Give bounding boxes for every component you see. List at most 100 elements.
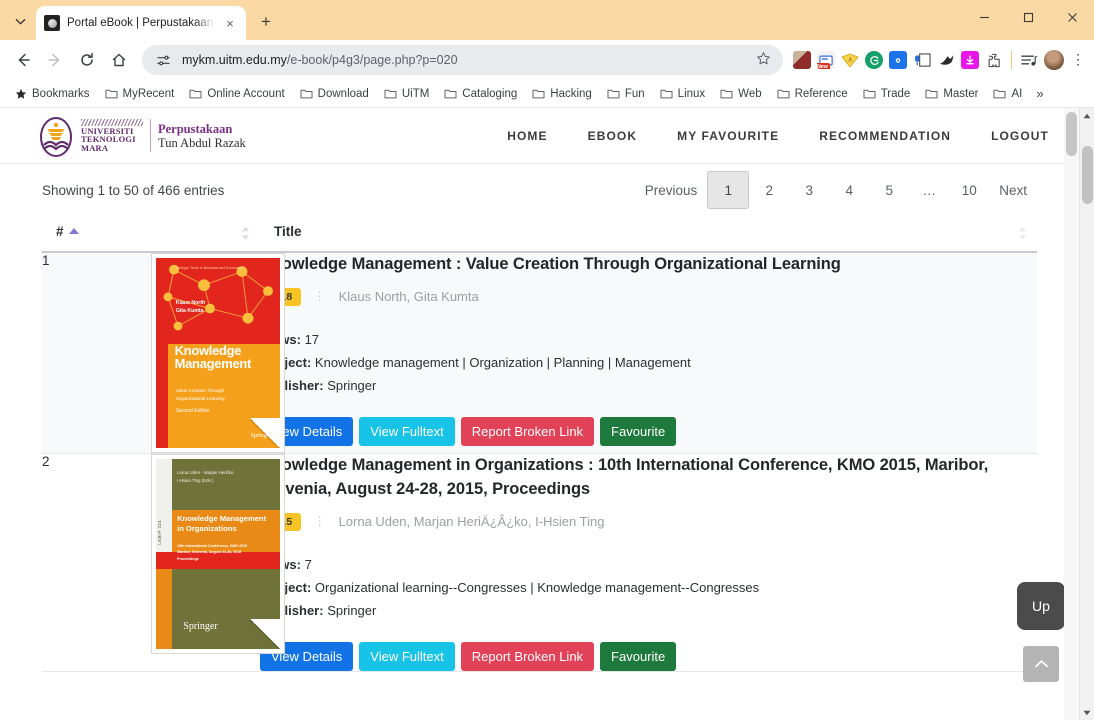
maximize-button[interactable]	[1006, 0, 1050, 34]
close-icon[interactable]: ×	[222, 16, 238, 31]
report-broken-link-button[interactable]: Report Broken Link	[460, 417, 595, 447]
playlist-icon[interactable]	[1020, 51, 1038, 69]
page-content: Showing 1 to 50 of 466 entries Previous …	[0, 164, 1079, 672]
download-arrow-icon[interactable]	[961, 51, 979, 69]
favourite-button[interactable]: Favourite	[600, 417, 677, 447]
avatar[interactable]	[1044, 50, 1064, 70]
bookmark-item-ai[interactable]: AI	[986, 85, 1029, 103]
bookmark-item-trade[interactable]: Trade	[856, 85, 918, 103]
folder-icon	[300, 89, 313, 99]
browser-tab[interactable]: Portal eBook | Perpustakaan Tu ×	[36, 6, 246, 40]
view-fulltext-button[interactable]: View Fulltext	[359, 417, 455, 447]
book-cover-thumbnail[interactable]: Springer Texts in Business and Economics…	[151, 253, 285, 453]
extension-red-icon[interactable]	[793, 51, 811, 69]
pagination-page-3[interactable]: 3	[789, 173, 829, 207]
pagination-previous[interactable]: Previous	[635, 173, 708, 207]
book-title[interactable]: Knowledge Management in Organizations : …	[260, 454, 1037, 502]
pagination-page-2[interactable]: 2	[749, 173, 789, 207]
nav-item-my-favourite[interactable]: MY FAVOURITE	[677, 129, 779, 143]
book-title[interactable]: Knowledge Management : Value Creation Th…	[260, 253, 1037, 277]
bookmark-item-myrecent[interactable]: MyRecent	[98, 85, 182, 103]
webcam-icon[interactable]	[889, 51, 907, 69]
report-broken-link-button[interactable]: Report Broken Link	[460, 642, 595, 672]
address-bar[interactable]: mykm.uitm.edu.my/e-book/p4g3/page.php?p=…	[142, 45, 783, 75]
bookmark-item-linux[interactable]: Linux	[653, 85, 713, 103]
cover-edition: Second Edition	[175, 408, 210, 415]
new-tab-button[interactable]: +	[252, 8, 280, 36]
bookmark-item-cataloging[interactable]: Cataloging	[437, 85, 524, 103]
pagination-page-1[interactable]: 1	[707, 171, 750, 209]
toolbar-divider	[1011, 51, 1012, 69]
voice-recorder-icon[interactable]	[913, 51, 931, 69]
bookmark-item-web[interactable]: Web	[713, 85, 768, 103]
page-scrollbar[interactable]	[1064, 108, 1079, 720]
bookmark-item-uitm[interactable]: UiTM	[377, 85, 436, 103]
puzzle-extensions-icon[interactable]	[985, 51, 1003, 69]
site-logo[interactable]: Universiti Teknologi Mara Perpustakaan T…	[38, 116, 246, 157]
column-label-title: Title	[274, 224, 302, 239]
pagination-next[interactable]: Next	[989, 173, 1037, 207]
favourite-button[interactable]: Favourite	[600, 642, 677, 672]
extension-a-icon[interactable]: A	[841, 51, 859, 69]
bookmark-item-reference[interactable]: Reference	[770, 85, 855, 103]
bookmark-label: Linux	[677, 87, 706, 100]
browser-window: Portal eBook | Perpustakaan Tu × + mykm.…	[0, 0, 1094, 720]
home-icon[interactable]	[104, 45, 134, 75]
publisher-value: Springer	[327, 603, 377, 619]
nav-item-ebook[interactable]: EBOOK	[588, 129, 638, 143]
bookmark-label: Bookmarks	[32, 87, 90, 100]
view-fulltext-button[interactable]: View Fulltext	[359, 642, 455, 672]
nav-item-logout[interactable]: LOGOUT	[991, 129, 1049, 143]
table-row: 2 LNBIP 224 Lorna Uden · Marjan Heričko …	[42, 454, 1037, 672]
scroll-up-arrow-icon[interactable]	[1080, 108, 1094, 123]
bookmark-star-icon[interactable]	[756, 51, 771, 69]
jawi-script	[81, 118, 143, 126]
bookmark-item-download[interactable]: Download	[293, 85, 376, 103]
cover-title: Knowledge Management in Organizations	[177, 514, 267, 533]
nav-item-home[interactable]: HOME	[507, 129, 547, 143]
minimize-button[interactable]	[962, 0, 1006, 34]
up-button[interactable]: Up	[1017, 582, 1065, 630]
row-index: 1	[42, 253, 50, 268]
extension-new-icon[interactable]: New	[817, 51, 835, 69]
bookmark-item-online-account[interactable]: Online Account	[182, 85, 291, 103]
bookmark-label: Online Account	[207, 87, 285, 100]
bookmarks-overflow-button[interactable]: »	[1030, 83, 1049, 104]
folder-icon	[993, 89, 1006, 99]
book-cover-thumbnail[interactable]: LNBIP 224 Lorna Uden · Marjan Heričko I-H…	[151, 454, 285, 654]
bookmark-item-hacking[interactable]: Hacking	[525, 85, 599, 103]
nav-item-recommendation[interactable]: RECOMMENDATION	[819, 129, 951, 143]
page-scrollbar-thumb[interactable]	[1066, 112, 1077, 156]
close-window-button[interactable]	[1050, 0, 1094, 34]
column-header-title[interactable]: Title	[260, 216, 1037, 253]
pagination-page-10[interactable]: 10	[949, 173, 989, 207]
bookmark-item-bookmarks[interactable]: Bookmarks	[8, 85, 97, 103]
book-actions: View Details View Fulltext Report Broken…	[260, 642, 1037, 672]
pagination-page-5[interactable]: 5	[869, 173, 909, 207]
cover-subtitle: 10th International Conference, KMO 2015 M…	[177, 543, 248, 562]
browser-scrollbar-thumb[interactable]	[1082, 146, 1093, 204]
url-text[interactable]: mykm.uitm.edu.my/e-book/p4g3/page.php?p=…	[182, 53, 746, 67]
back-arrow-icon[interactable]	[8, 45, 38, 75]
reload-icon[interactable]	[72, 45, 102, 75]
bird-icon[interactable]	[937, 51, 955, 69]
bookmark-item-master[interactable]: Master	[918, 85, 985, 103]
book-meta: 2018 ⋮ Klaus North, Gita Kumta	[260, 287, 1037, 306]
column-header-num[interactable]: #	[42, 216, 260, 253]
globe-icon	[44, 15, 60, 31]
cover-authors: Lorna Uden · Marjan Heričko I-Hsien Ting …	[177, 469, 234, 483]
forward-arrow-icon[interactable]	[40, 45, 70, 75]
tab-search-button[interactable]	[6, 7, 34, 35]
tune-icon[interactable]	[154, 51, 172, 69]
extension-new-badge: New	[817, 63, 830, 69]
book-publisher: Publisher: Springer	[260, 374, 1037, 397]
bookmarks-bar: Bookmarks MyRecent Online Account Downlo…	[0, 80, 1094, 108]
grammarly-icon[interactable]	[865, 51, 883, 69]
scroll-down-arrow-icon[interactable]	[1080, 705, 1094, 720]
bookmark-item-fun[interactable]: Fun	[600, 85, 652, 103]
pagination-page-4[interactable]: 4	[829, 173, 869, 207]
scroll-to-top-button[interactable]	[1023, 646, 1059, 682]
browser-scrollbar[interactable]	[1079, 108, 1094, 720]
url-host: mykm.uitm.edu.my	[182, 53, 287, 67]
browser-menu-icon[interactable]: ⋮	[1070, 52, 1086, 66]
